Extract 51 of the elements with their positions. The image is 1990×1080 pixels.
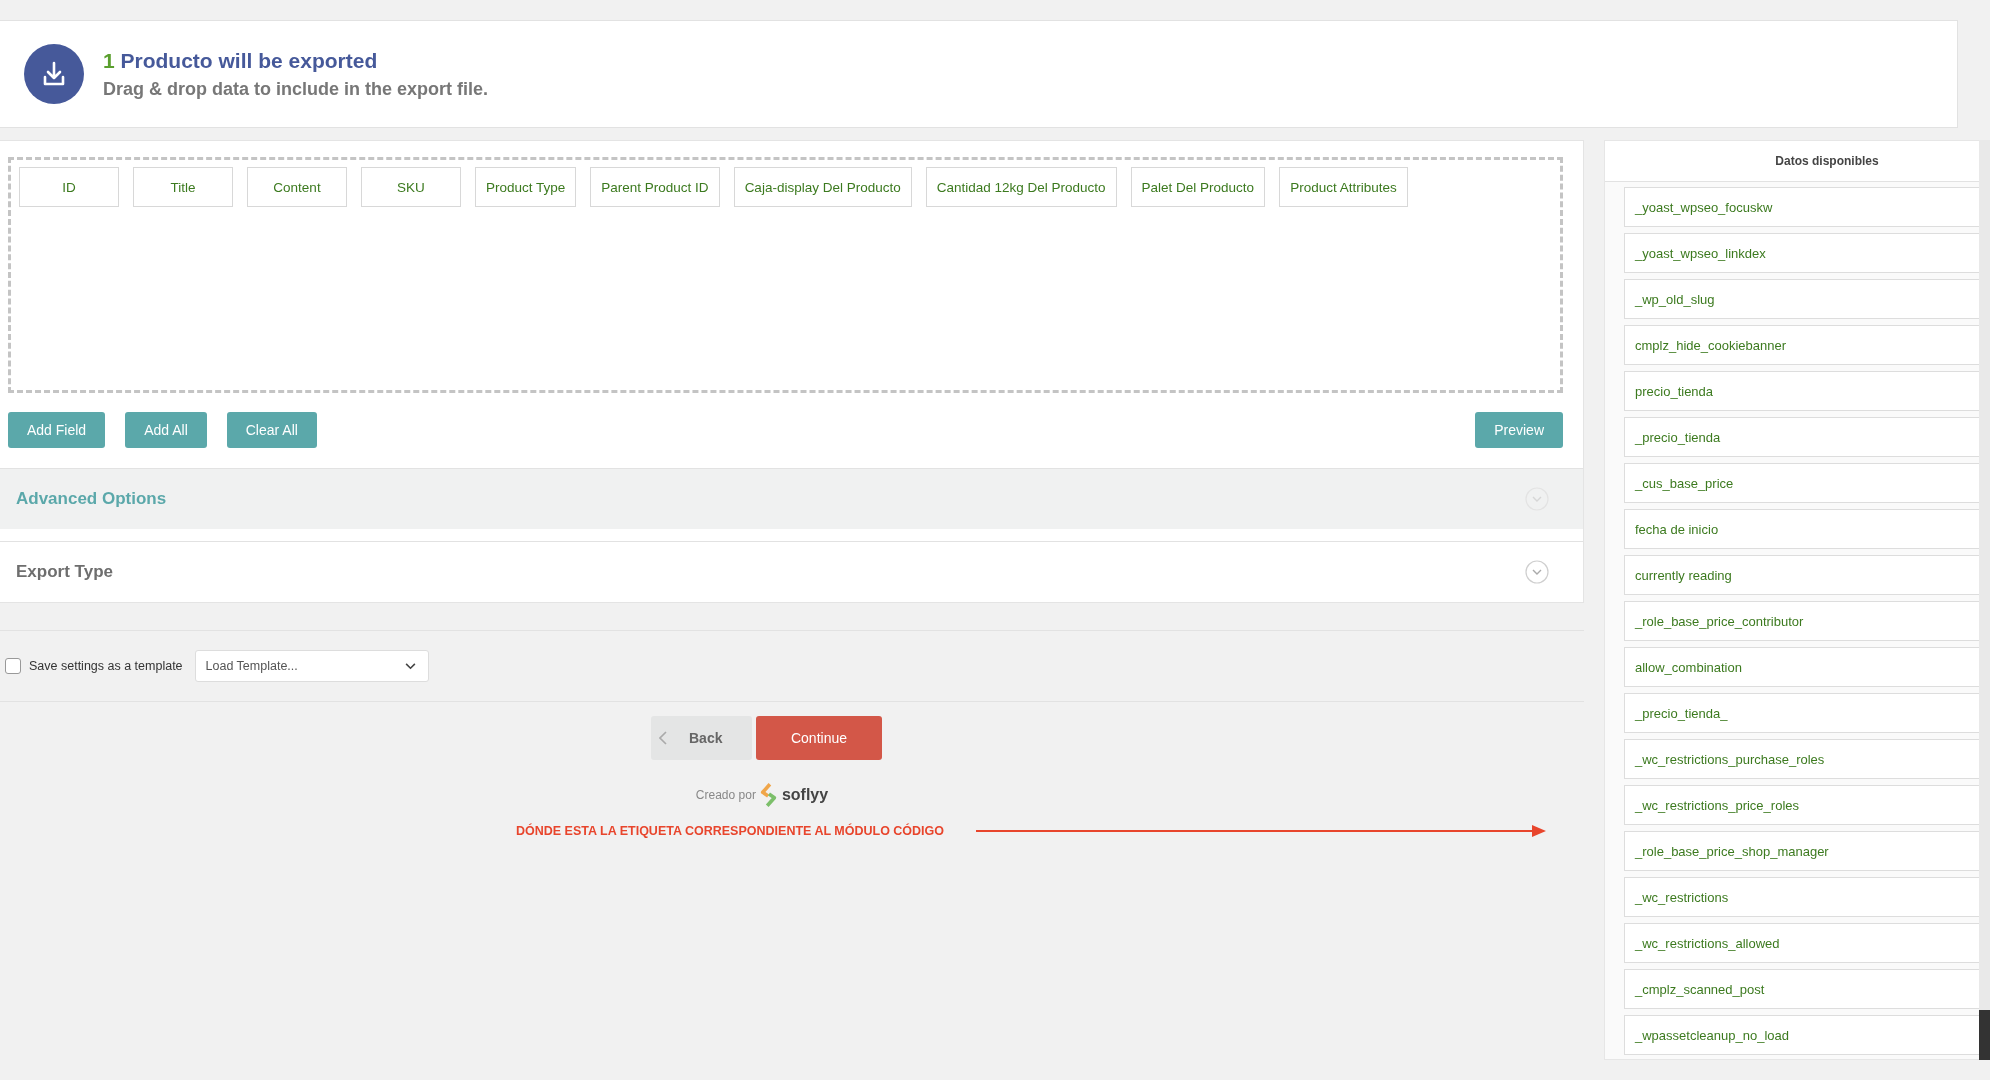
data-field-item[interactable]: fecha de inicio: [1624, 509, 1979, 549]
export-subtitle: Drag & drop data to include in the export file.: [103, 78, 489, 100]
data-field-item[interactable]: _yoast_wpseo_focuskw: [1624, 187, 1979, 227]
data-field-item[interactable]: allow_combination: [1624, 647, 1979, 687]
data-field-item[interactable]: _yoast_wpseo_linkdex: [1624, 233, 1979, 273]
field-chip[interactable]: SKU: [361, 167, 461, 207]
checkbox[interactable]: [5, 658, 21, 674]
data-field-item[interactable]: _role_base_price_shop_manager: [1624, 831, 1979, 871]
download-icon: [24, 44, 84, 104]
field-chip[interactable]: Caja-display Del Producto: [733, 167, 912, 207]
field-chip[interactable]: Product Type: [475, 167, 577, 207]
logo-icon: [759, 782, 778, 808]
data-field-item[interactable]: _wpassetcleanup_no_load: [1624, 1015, 1979, 1055]
save-template-label: Save settings as a template: [29, 659, 183, 673]
field-chip[interactable]: Cantidad 12kg Del Producto: [925, 167, 1117, 207]
data-field-item[interactable]: _wp_old_slug: [1624, 279, 1979, 319]
brand-name: soflyy: [781, 786, 829, 804]
field-chip[interactable]: ID: [19, 167, 119, 207]
data-field-item[interactable]: currently reading: [1624, 555, 1979, 595]
data-field-item[interactable]: _role_base_price_contributor: [1624, 601, 1979, 641]
data-field-item[interactable]: cmplz_hide_cookiebanner: [1624, 325, 1979, 365]
section-title: Advanced Options: [16, 489, 167, 509]
data-field-item[interactable]: _precio_tienda_: [1624, 693, 1979, 733]
field-chip[interactable]: Palet Del Producto: [1130, 167, 1266, 207]
chevron-icon: [1525, 560, 1549, 584]
scrollbar[interactable]: [1979, 140, 1990, 1060]
back-button[interactable]: Back: [651, 716, 752, 760]
sidebar-title: Datos disponibles: [1605, 141, 1979, 182]
export-count: 1: [103, 48, 115, 72]
credit-text: Creado por: [695, 788, 756, 802]
arrow-icon: [976, 825, 1547, 837]
template-select[interactable]: Load Template...: [194, 650, 429, 682]
data-field-item[interactable]: _wc_restrictions: [1624, 877, 1979, 917]
data-field-item[interactable]: precio_tienda: [1624, 371, 1979, 411]
field-chip[interactable]: Product Attributes: [1279, 167, 1408, 207]
data-field-item[interactable]: _wc_restrictions_price_roles: [1624, 785, 1979, 825]
chevron-left-icon: [659, 731, 667, 745]
data-field-item[interactable]: _wc_restrictions_allowed: [1624, 923, 1979, 963]
data-field-item[interactable]: _wc_restrictions_purchase_roles: [1624, 739, 1979, 779]
chevron-down-icon: [404, 662, 416, 670]
continue-button[interactable]: Continue: [756, 716, 882, 760]
data-field-item[interactable]: _precio_tienda: [1624, 417, 1979, 457]
annotation-text: DÓNDE ESTA LA ETIQUETA CORRESPONDIENTE AL MÓDULO CÓDIGO: [516, 824, 945, 838]
data-field-item[interactable]: _cmplz_scanned_post: [1624, 969, 1979, 1009]
field-chip[interactable]: Parent Product ID: [590, 167, 720, 207]
export-title: Producto will be exported: [120, 48, 378, 72]
data-field-item[interactable]: _cus_base_price: [1624, 463, 1979, 503]
chevron-icon: [1525, 487, 1549, 511]
field-chip[interactable]: Content: [247, 167, 347, 207]
section-title: Export Type: [16, 562, 113, 582]
field-chip[interactable]: Title: [133, 167, 233, 207]
